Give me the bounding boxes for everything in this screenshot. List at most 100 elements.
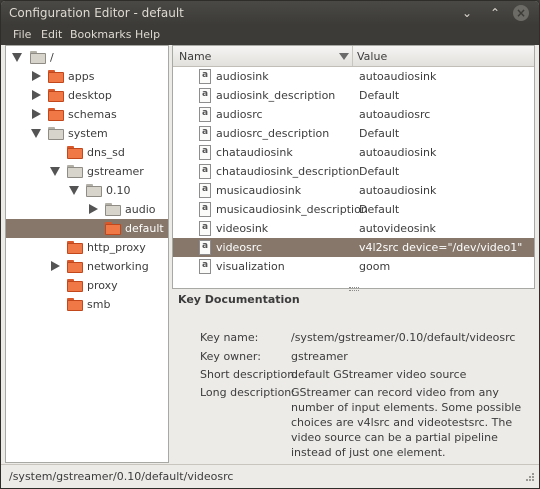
key-value[interactable]: autoaudiosink: [359, 184, 436, 197]
key-owner-value: gstreamer: [291, 350, 348, 363]
tree-item-0-10[interactable]: 0.10: [6, 181, 168, 200]
key-value-table[interactable]: Name Value a audiosink autoaudiosink a a…: [172, 45, 535, 289]
name-header-label: Name: [179, 50, 212, 63]
string-key-icon: a: [199, 183, 211, 198]
status-bar: /system/gstreamer/0.10/default/videosrc: [1, 464, 539, 488]
tree-label: apps: [68, 70, 95, 83]
menu-help[interactable]: Help: [135, 28, 160, 41]
expander-closed-icon[interactable]: [32, 71, 41, 81]
table-row[interactable]: a audiosink autoaudiosink: [173, 67, 534, 86]
folder-icon: [67, 165, 83, 178]
table-row[interactable]: a audiosrc autoaudiosrc: [173, 105, 534, 124]
expander-closed-icon[interactable]: [89, 204, 98, 214]
key-name: visualization: [216, 260, 285, 273]
expander-open-icon[interactable]: [50, 167, 60, 176]
menu-bar: File Edit Bookmarks Help: [1, 25, 539, 45]
table-row[interactable]: a visualization goom: [173, 257, 534, 276]
table-row[interactable]: a audiosrc_description Default: [173, 124, 534, 143]
key-value[interactable]: autoaudiosrc: [359, 108, 430, 121]
key-name: musicaudiosink_description: [216, 203, 368, 216]
key-name: videosrc: [216, 241, 263, 254]
folder-icon: [67, 298, 83, 311]
tree-item-smb[interactable]: smb: [6, 295, 168, 314]
key-value[interactable]: Default: [359, 89, 399, 102]
tree-label: http_proxy: [87, 241, 146, 254]
folder-icon: [48, 108, 64, 121]
tree-item-audio[interactable]: audio: [6, 200, 168, 219]
maximize-button[interactable]: ⌃: [487, 5, 503, 21]
tree-item-root[interactable]: /: [6, 48, 168, 67]
resize-grip-icon[interactable]: [523, 472, 535, 484]
menu-edit[interactable]: Edit: [41, 28, 62, 41]
string-key-icon: a: [199, 107, 211, 122]
folder-icon: [105, 222, 121, 235]
folder-icon: [67, 279, 83, 292]
sort-descending-icon[interactable]: [339, 53, 349, 60]
key-value[interactable]: v4l2src device="/dev/video1": [359, 241, 522, 254]
string-key-icon: a: [199, 259, 211, 274]
key-name: chataudiosink_description: [216, 165, 360, 178]
tree-item-networking[interactable]: networking: [6, 257, 168, 276]
folder-icon: [48, 89, 64, 102]
config-editor-window: Configuration Editor - default ⌄ ⌃ × Fil…: [0, 0, 540, 489]
folder-icon: [48, 70, 64, 83]
close-button[interactable]: ×: [513, 5, 529, 21]
tree-label: smb: [87, 298, 111, 311]
tree-item-default[interactable]: default: [6, 219, 168, 238]
tree-label: audio: [125, 203, 156, 216]
string-key-icon: a: [199, 240, 211, 255]
expander-closed-icon[interactable]: [51, 261, 60, 271]
tree-item-dns-sd[interactable]: dns_sd: [6, 143, 168, 162]
folder-icon: [67, 146, 83, 159]
tree-item-proxy[interactable]: proxy: [6, 276, 168, 295]
expander-closed-icon[interactable]: [32, 90, 41, 100]
key-tree[interactable]: / apps desktop schemas system dns_sd gst…: [5, 45, 169, 463]
table-row[interactable]: a audiosink_description Default: [173, 86, 534, 105]
table-row-selected[interactable]: a videosrc v4l2src device="/dev/video1": [173, 238, 534, 257]
table-row[interactable]: a chataudiosink autoaudiosink: [173, 143, 534, 162]
key-value[interactable]: autoaudiosink: [359, 146, 436, 159]
table-row[interactable]: a chataudiosink_description Default: [173, 162, 534, 181]
tree-item-gstreamer[interactable]: gstreamer: [6, 162, 168, 181]
tree-item-apps[interactable]: apps: [6, 67, 168, 86]
tree-label: system: [68, 127, 108, 140]
minimize-button[interactable]: ⌄: [459, 5, 475, 21]
table-row[interactable]: a musicaudiosink_description Default: [173, 200, 534, 219]
expander-closed-icon[interactable]: [32, 109, 41, 119]
tree-item-http-proxy[interactable]: http_proxy: [6, 238, 168, 257]
string-key-icon: a: [199, 145, 211, 160]
expander-open-icon[interactable]: [12, 53, 22, 62]
tree-item-desktop[interactable]: desktop: [6, 86, 168, 105]
key-value[interactable]: autoaudiosink: [359, 70, 436, 83]
string-key-icon: a: [199, 221, 211, 236]
long-description-value: GStreamer can record video from any numb…: [291, 386, 522, 459]
name-column-header[interactable]: Name: [173, 46, 353, 66]
table-row[interactable]: a musicaudiosink autoaudiosink: [173, 181, 534, 200]
expander-open-icon[interactable]: [31, 129, 41, 138]
key-name: audiosink: [216, 70, 269, 83]
tree-label: dns_sd: [87, 146, 125, 159]
tree-item-schemas[interactable]: schemas: [6, 105, 168, 124]
key-value[interactable]: Default: [359, 203, 399, 216]
value-column-header[interactable]: Value: [357, 50, 387, 63]
key-name: chataudiosink: [216, 146, 293, 159]
string-key-icon: a: [199, 164, 211, 179]
key-value[interactable]: Default: [359, 127, 399, 140]
table-row[interactable]: a videosink autovideosink: [173, 219, 534, 238]
folder-icon: [48, 127, 64, 140]
key-value[interactable]: autovideosink: [359, 222, 436, 235]
string-key-icon: a: [199, 88, 211, 103]
key-value[interactable]: goom: [359, 260, 390, 273]
tree-item-system[interactable]: system: [6, 124, 168, 143]
key-value[interactable]: Default: [359, 165, 399, 178]
expander-open-icon[interactable]: [69, 186, 79, 195]
key-name: audiosink_description: [216, 89, 336, 102]
string-key-icon: a: [199, 126, 211, 141]
key-name: musicaudiosink: [216, 184, 302, 197]
window-title: Configuration Editor - default: [9, 6, 184, 20]
menu-file[interactable]: File: [13, 28, 31, 41]
title-bar: Configuration Editor - default ⌄ ⌃ ×: [1, 1, 539, 25]
tree-label: desktop: [68, 89, 112, 102]
short-description-label: Short description:: [200, 368, 298, 381]
menu-bookmarks[interactable]: Bookmarks: [70, 28, 131, 41]
